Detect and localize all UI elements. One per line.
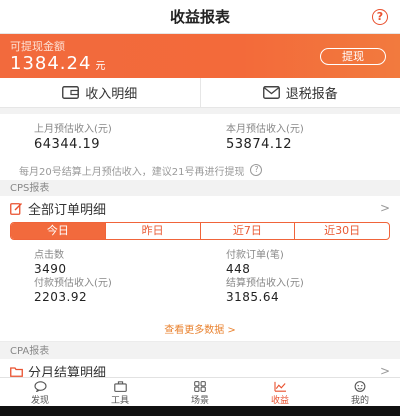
this-month-label: 本月预估收入(元)	[226, 124, 304, 135]
toolbox-icon	[113, 381, 127, 392]
mail-icon	[262, 86, 280, 99]
tabbar-earnings-label: 收益	[270, 396, 289, 406]
tabbar-mine-label: 我的	[350, 396, 369, 406]
system-nav-bar	[0, 406, 400, 416]
this-month-value: 53874.12	[226, 137, 293, 152]
balance-amount: 1384.24	[10, 53, 92, 74]
edit-doc-icon	[10, 202, 22, 215]
tabbar-discover-label: 发现	[30, 396, 49, 406]
top-bar: 收益报表 ?	[0, 0, 400, 34]
tabbar-scenes[interactable]: 场景	[160, 378, 240, 406]
all-orders-row[interactable]: 全部订单明细 >	[0, 196, 400, 220]
chat-icon	[33, 381, 47, 392]
period-tabs-wrap: 今日 昨日 近7日 近30日	[0, 220, 400, 244]
chart-icon	[273, 381, 286, 392]
cps-section-header: CPS报表	[10, 183, 50, 194]
tax-refund-button[interactable]: 退税报备	[201, 78, 400, 107]
this-month-estimate: 本月预估收入(元) 53874.12	[226, 120, 304, 152]
paid-orders-stat: 付款订单(笔) 448	[226, 246, 284, 276]
paid-orders-label: 付款订单(笔)	[226, 250, 284, 261]
income-detail-label: 收入明细	[85, 87, 138, 102]
paid-income-value: 2203.92	[34, 290, 88, 304]
tabbar-discover[interactable]: 发现	[0, 378, 80, 406]
paid-income-label: 付款预估收入(元)	[34, 278, 112, 289]
clicks-stat: 点击数 3490	[34, 246, 67, 276]
last-month-value: 64344.19	[34, 137, 101, 152]
page-title: 收益报表	[169, 8, 230, 26]
user-icon	[354, 381, 366, 392]
tabbar-earnings[interactable]: 收益	[240, 378, 320, 406]
clicks-label: 点击数	[34, 250, 64, 261]
wallet-icon	[62, 86, 80, 99]
settle-income-value: 3185.64	[226, 290, 280, 304]
tabbar-tools-label: 工具	[110, 396, 129, 406]
settlement-notice-text: 每月20号结算上月预估收入，建议21号再进行提现	[19, 166, 245, 178]
action-row: 收入明细 退税报备	[0, 78, 400, 108]
income-detail-button[interactable]: 收入明细	[0, 78, 201, 107]
settlement-notice: 每月20号结算上月预估收入，建议21号再进行提现 ?	[0, 160, 400, 180]
cpa-section-header: CPA报表	[10, 346, 50, 357]
chevron-right-icon: >	[379, 201, 390, 215]
tab-yesterday[interactable]: 昨日	[106, 223, 201, 239]
withdraw-button[interactable]: 提现	[320, 48, 386, 65]
tabbar-scenes-label: 场景	[190, 396, 209, 406]
all-orders-label: 全部订单明细	[28, 202, 107, 218]
balance-card: 可提现金额 1384.24 元 提现	[0, 34, 400, 78]
balance-label: 可提现金额	[10, 40, 65, 53]
question-icon[interactable]: ?	[250, 164, 263, 176]
grid-icon	[194, 381, 206, 392]
tab-last-7-days[interactable]: 近7日	[201, 223, 296, 239]
last-month-label: 上月预估收入(元)	[34, 124, 112, 135]
cps-stats: 点击数 3490 付款订单(笔) 448 付款预估收入(元) 2203.92 结…	[0, 244, 400, 324]
settle-income-label: 结算预估收入(元)	[226, 278, 304, 289]
balance-unit: 元	[95, 61, 107, 72]
paid-income-stat: 付款预估收入(元) 2203.92	[34, 274, 112, 304]
settle-income-stat: 结算预估收入(元) 3185.64	[226, 274, 304, 304]
bottom-tab-bar: 发现 工具 场景 收益 我的	[0, 377, 400, 406]
help-icon[interactable]: ?	[372, 9, 388, 25]
tax-refund-label: 退税报备	[285, 87, 338, 102]
period-tabs: 今日 昨日 近7日 近30日	[10, 222, 390, 240]
tabbar-mine[interactable]: 我的	[320, 378, 400, 406]
earnings-report-screen: 收益报表 ? 可提现金额 1384.24 元 提现 收入明细 退税报备 上月预估收…	[0, 0, 400, 416]
tab-today[interactable]: 今日	[11, 223, 106, 239]
tab-last-30-days[interactable]: 近30日	[295, 223, 389, 239]
balance-amount-wrap: 1384.24 元	[10, 53, 106, 74]
tabbar-tools[interactable]: 工具	[80, 378, 160, 406]
chevron-right-icon: >	[379, 364, 390, 378]
last-month-estimate: 上月预估收入(元) 64344.19	[34, 120, 112, 152]
folder-icon	[10, 366, 23, 377]
view-more-link[interactable]: 查看更多数据 >	[0, 324, 400, 342]
estimate-panel: 上月预估收入(元) 64344.19 本月预估收入(元) 53874.12	[0, 114, 400, 160]
